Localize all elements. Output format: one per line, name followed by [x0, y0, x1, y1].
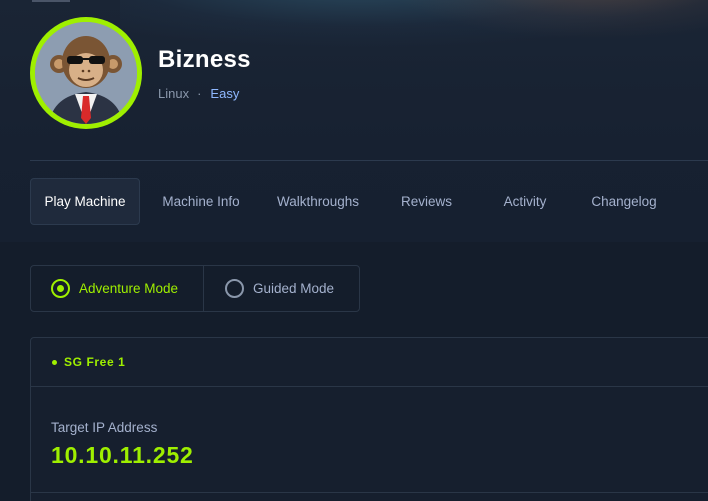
tab-activity[interactable]: Activity	[479, 178, 571, 225]
tab-walkthroughs[interactable]: Walkthroughs	[262, 178, 374, 225]
server-header: SG Free 1	[31, 338, 708, 387]
top-tab-indicator	[32, 0, 70, 2]
target-ip-value[interactable]: 10.10.11.252	[51, 442, 194, 469]
header-banner-glow-warm	[380, 0, 708, 40]
header-divider	[30, 160, 708, 161]
radio-selected-icon[interactable]	[51, 279, 70, 298]
mode-selector: Adventure Mode Guided Mode	[30, 265, 360, 312]
tab-play-machine[interactable]: Play Machine	[30, 178, 140, 225]
machine-header: Bizness Linux · Easy Play Machine Machin…	[0, 0, 708, 242]
server-status-dot-icon	[52, 359, 57, 365]
instance-panel: SG Free 1 Target IP Address 10.10.11.252	[30, 337, 708, 501]
tab-reviews[interactable]: Reviews	[374, 178, 479, 225]
tab-changelog[interactable]: Changelog	[571, 178, 677, 225]
machine-difficulty: Easy	[210, 86, 240, 101]
meta-separator: ·	[197, 86, 202, 101]
target-ip-label: Target IP Address	[51, 420, 158, 435]
machine-os: Linux	[158, 86, 190, 101]
guided-mode-option[interactable]: Guided Mode	[204, 266, 334, 311]
machine-avatar	[30, 17, 142, 129]
adventure-mode-option[interactable]: Adventure Mode	[31, 266, 204, 311]
machine-page: Bizness Linux · Easy Play Machine Machin…	[0, 0, 708, 501]
machine-name: Bizness	[158, 46, 251, 73]
guided-mode-label: Guided Mode	[253, 281, 335, 296]
server-name[interactable]: SG Free 1	[64, 355, 125, 369]
radio-unselected-icon[interactable]	[225, 279, 244, 298]
panel-divider	[31, 492, 708, 493]
machine-tabs: Play Machine Machine Info Walkthroughs R…	[30, 178, 677, 225]
monkey-avatar-icon	[35, 22, 137, 124]
tab-machine-info[interactable]: Machine Info	[140, 178, 262, 225]
machine-meta: Linux · Easy	[158, 86, 239, 101]
adventure-mode-label: Adventure Mode	[79, 281, 179, 296]
